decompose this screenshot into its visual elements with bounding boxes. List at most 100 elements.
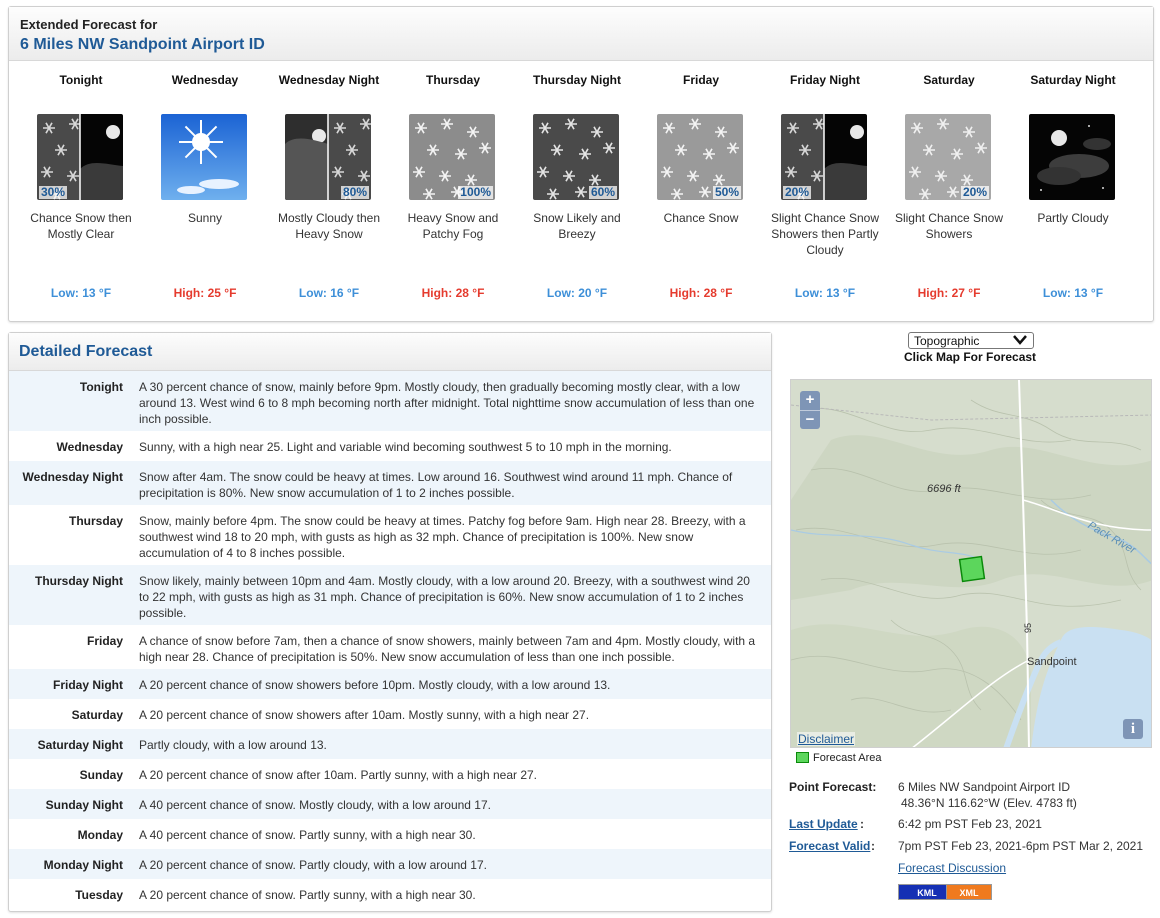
detailed-period-label: Friday Night (52, 678, 123, 692)
snow-showers-icon[interactable]: 20% (905, 114, 991, 200)
precip-chance: 20% (960, 185, 989, 199)
period-name: Thursday Night (532, 73, 621, 87)
period-temperature: Low: 13 °F (1042, 286, 1104, 300)
detailed-forecast-row: Friday Night A 20 percent chance of snow … (9, 669, 771, 699)
snow-icon[interactable]: 50% (657, 114, 743, 200)
extended-forecast-label: Extended Forecast for (20, 17, 158, 32)
forecast-period: Wednesday Night 80% Mostly Cloudy then Hea… (267, 62, 391, 320)
forecast-area-swatch (796, 752, 809, 763)
forecast-valid-colon: : (871, 839, 875, 853)
period-temperature: High: 27 °F (917, 286, 981, 300)
detailed-period-text: Partly cloudy, with a low around 13. (139, 738, 327, 752)
period-description: Chance Snow (663, 211, 739, 225)
last-update-colon: : (860, 817, 864, 831)
map-zoom-control: + − (800, 391, 820, 429)
last-update-link[interactable]: Last Update (789, 816, 858, 832)
map-type-value: Topographic (914, 334, 980, 348)
detailed-forecast-row: Friday A chance of snow before 7am, then … (9, 625, 771, 669)
detailed-forecast-title: Detailed Forecast (9, 333, 771, 371)
snow-night-icon[interactable]: 60% (533, 114, 619, 200)
map-info-button[interactable]: i (1123, 719, 1143, 739)
forecast-period: Friday Night 20% Slight Chance Snow Shower… (763, 62, 887, 320)
detailed-period-text: A 20 percent chance of snow showers befo… (139, 678, 611, 692)
period-description: Snow Likely and Breezy (533, 211, 621, 241)
detailed-forecast-row: Tuesday A 20 percent chance of snow. Part… (9, 879, 771, 909)
disclaimer-link[interactable]: Disclaimer (797, 732, 856, 746)
period-description: Sunny (187, 211, 223, 225)
detailed-period-label: Saturday Night (37, 738, 123, 752)
period-name: Friday Night (789, 73, 860, 87)
map-legend: Forecast Area (796, 752, 881, 764)
detailed-forecast-row: Saturday A 20 percent chance of snow show… (9, 699, 771, 729)
detailed-forecast-row: Thursday Night Snow likely, mainly betwee… (9, 565, 771, 625)
point-forecast-label: Point Forecast: (789, 780, 877, 794)
elevation-label: 6696 ft (927, 483, 961, 495)
sunny-icon[interactable] (161, 114, 247, 200)
forecast-period: Friday 50% Chance Snow High: 28 °F (639, 62, 763, 320)
period-temperature: Low: 16 °F (298, 286, 360, 300)
zoom-in-button[interactable]: + (800, 391, 820, 410)
forecast-valid-value: 7pm PST Feb 23, 2021-6pm PST Mar 2, 2021 (898, 839, 1144, 853)
forecast-valid-link[interactable]: Forecast Valid (789, 838, 870, 854)
detailed-period-label: Tuesday (75, 888, 123, 902)
period-name: Wednesday Night (278, 73, 380, 87)
point-forecast-value: 6 Miles NW Sandpoint Airport ID (898, 780, 1071, 794)
period-name: Saturday (923, 73, 975, 87)
period-name: Friday (682, 73, 719, 87)
forecast-period: Tonight 30% Chance Snow then Mostly Clear L… (19, 62, 143, 320)
coordinates-value: 48.36°N 116.62°W (Elev. 4783 ft) (901, 796, 1077, 810)
city-label: Sandpoint (1027, 656, 1077, 668)
detailed-forecast-row: Wednesday Sunny, with a high near 25. Lig… (9, 431, 771, 461)
detailed-period-text: A 30 percent chance of snow, mainly befo… (139, 380, 755, 426)
period-name: Saturday Night (1030, 73, 1116, 87)
snow-showers-then-partly-cloudy-night-icon[interactable]: 20% (781, 114, 867, 200)
precip-chance: 50% (712, 185, 741, 199)
detailed-period-label: Tonight (79, 380, 123, 394)
detailed-forecast-row: Sunday Night A 40 percent chance of snow.… (9, 789, 771, 819)
period-description: Mostly Cloudy then Heavy Snow (277, 211, 381, 241)
period-temperature: High: 28 °F (669, 286, 733, 300)
heavy-snow-icon[interactable]: 100% (409, 114, 495, 200)
detailed-period-label: Wednesday (56, 440, 123, 454)
forecast-period: Thursday Night 60% Snow Likely and Breezy L… (515, 62, 639, 320)
detailed-forecast-row: Monday Night A 20 percent chance of snow.… (9, 849, 771, 879)
detailed-period-text: A 20 percent chance of snow. Partly sunn… (139, 888, 476, 902)
detailed-forecast-row: Sunday A 20 percent chance of snow after … (9, 759, 771, 789)
last-update-value: 6:42 pm PST Feb 23, 2021 (898, 817, 1042, 831)
forecast-map[interactable]: + − 6696 ft Pack River Sandpoint 95 Disc… (790, 379, 1152, 748)
detailed-period-label: Thursday (68, 514, 123, 528)
partly-cloudy-night-icon[interactable] (1029, 114, 1115, 200)
zoom-out-button[interactable]: − (800, 410, 820, 429)
detailed-period-label: Thursday Night (34, 574, 123, 588)
detailed-period-label: Friday (86, 634, 123, 648)
detailed-period-text: A 20 percent chance of snow. Partly clou… (139, 858, 487, 872)
detailed-period-label: Sunday (79, 768, 123, 782)
detailed-period-text: Snow after 4am. The snow could be heavy … (139, 470, 733, 500)
period-temperature: Low: 13 °F (794, 286, 856, 300)
precip-chance: 30% (39, 185, 68, 199)
detailed-period-text: Snow likely, mainly between 10pm and 4am… (139, 574, 750, 620)
detailed-period-text: A 40 percent chance of snow. Partly sunn… (139, 828, 476, 842)
forecast-period: Saturday Night Partly Cloudy Low: 13 °F (1011, 62, 1135, 320)
cloudy-night-then-snow-icon[interactable]: 80% (285, 114, 371, 200)
forecast-discussion-link[interactable]: Forecast Discussion (898, 861, 1006, 875)
detailed-period-label: Monday (77, 828, 123, 842)
snow-then-clear-night-icon[interactable]: 30% (37, 114, 123, 200)
forecast-period: Wednesday Sunny High: 25 °F (143, 62, 267, 320)
extended-forecast-header: Extended Forecast for 6 Miles NW Sandpoi… (9, 7, 1153, 61)
detailed-period-text: Sunny, with a high near 25. Light and va… (139, 440, 672, 454)
forecast-periods: Tonight 30% Chance Snow then Mostly Clear L… (9, 62, 1153, 320)
chevron-down-icon (1013, 335, 1027, 345)
detailed-period-label: Monday Night (43, 858, 123, 872)
period-temperature: High: 28 °F (421, 286, 485, 300)
detailed-forecast-row: Saturday Night Partly cloudy, with a low … (9, 729, 771, 759)
period-description: Partly Cloudy (1037, 211, 1109, 225)
period-name: Thursday (425, 73, 480, 87)
map-type-select[interactable]: Topographic (908, 332, 1034, 349)
xml-button[interactable]: XML (946, 884, 992, 900)
precip-chance: 80% (340, 185, 369, 199)
forecast-period: Saturday 20% Slight Chance Snow Showers Hig… (887, 62, 1011, 320)
detailed-period-text: A 40 percent chance of snow. Mostly clou… (139, 798, 491, 812)
period-description: Slight Chance Snow Showers then Partly C… (770, 211, 880, 257)
forecast-area-legend-label: Forecast Area (813, 752, 882, 764)
